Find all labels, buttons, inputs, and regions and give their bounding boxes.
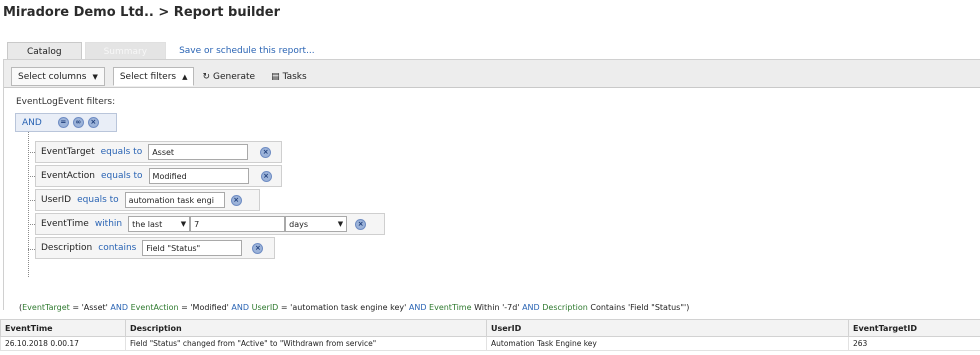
expr-field: Description <box>539 303 588 312</box>
expr-keyword: AND <box>231 303 250 312</box>
expr-keyword: AND <box>522 303 540 312</box>
filter-row-eventtarget: EventTarget equals to × <box>35 141 282 163</box>
range-select-value: the last <box>132 219 163 229</box>
generate-label: Generate <box>213 71 256 82</box>
group-operator[interactable]: AND <box>22 118 42 128</box>
expr-text: Within '-7d' <box>471 303 523 312</box>
chevron-down-icon: ▼ <box>180 220 187 228</box>
table-row[interactable]: 26.10.2018 0.00.17 Field "Status" change… <box>0 336 980 351</box>
filter-row-userid: UserID equals to × <box>35 189 260 211</box>
filter-value-input[interactable] <box>148 144 249 160</box>
tasks-icon: ▤ <box>271 71 280 82</box>
expr-text: = 'Asset' <box>69 303 111 312</box>
table-cell: Automation Task Engine key <box>486 336 849 351</box>
select-columns-button[interactable]: Select columns ▼ <box>11 67 105 86</box>
column-header[interactable]: EventTargetID <box>848 319 980 337</box>
refresh-icon: ↻ <box>202 71 211 82</box>
report-builder-panel: Select columns ▼ Select filters ▲ ↻ Gene… <box>3 59 980 312</box>
filters-label: EventLogEvent filters: <box>16 97 116 107</box>
filter-field[interactable]: EventTime <box>41 219 89 229</box>
filter-expression: (EventTarget = 'Asset' AND EventAction =… <box>19 303 689 312</box>
remove-filter-icon[interactable]: × <box>260 146 272 158</box>
report-tabs: Catalog Summary Save or schedule this re… <box>7 42 315 60</box>
filter-operator[interactable]: contains <box>98 243 136 253</box>
caret-up-icon: ▲ <box>182 72 188 81</box>
and-group[interactable]: AND = ∞ × <box>15 113 117 132</box>
tasks-button[interactable]: ▤ Tasks <box>271 72 307 82</box>
expr-text: = 'Modified' <box>178 303 232 312</box>
table-cell: 26.10.2018 0.00.17 <box>0 336 126 351</box>
expr-field: UserID <box>249 303 279 312</box>
remove-filter-icon[interactable]: × <box>355 218 367 230</box>
filter-area: EventLogEvent filters: AND = ∞ × EventTa… <box>4 87 980 312</box>
save-schedule-link[interactable]: Save or schedule this report... <box>179 42 315 60</box>
filter-row-eventtime: EventTime within the last ▼ days ▼ × <box>35 213 385 235</box>
tab-summary: Summary <box>84 42 167 60</box>
expr-field: EventTarget <box>22 303 70 312</box>
column-header[interactable]: EventTime <box>0 319 126 337</box>
filter-operator[interactable]: equals to <box>101 171 143 181</box>
filter-value-input[interactable] <box>142 240 243 256</box>
range-select[interactable]: the last ▼ <box>128 216 191 232</box>
table-cell: Field "Status" changed from "Active" to … <box>125 336 487 351</box>
filter-operator[interactable]: within <box>95 219 122 229</box>
remove-filter-icon[interactable]: × <box>252 242 264 254</box>
tab-catalog[interactable]: Catalog <box>7 42 82 60</box>
select-filters-button[interactable]: Select filters ▲ <box>112 67 195 86</box>
filter-field[interactable]: Description <box>41 243 92 253</box>
expr-text: Contains 'Field "Status"') <box>587 303 690 312</box>
expr-keyword: AND <box>110 303 129 312</box>
add-group-icon[interactable]: ∞ <box>72 117 84 128</box>
filter-row-eventaction: EventAction equals to × <box>35 165 282 187</box>
remove-filter-icon[interactable]: × <box>260 170 272 182</box>
column-header[interactable]: UserID <box>486 319 849 337</box>
add-condition-icon[interactable]: = <box>57 117 69 128</box>
expr-field: EventTime <box>426 303 472 312</box>
toolbar: Select columns ▼ Select filters ▲ ↻ Gene… <box>11 67 323 86</box>
select-filters-label: Select filters <box>119 71 177 82</box>
expr-keyword: AND <box>408 303 427 312</box>
select-columns-label: Select columns <box>18 71 87 82</box>
caret-down-icon: ▼ <box>92 72 98 81</box>
filter-field[interactable]: EventAction <box>41 171 95 181</box>
unit-select-value: days <box>289 219 309 229</box>
table-cell: 263 <box>848 336 980 351</box>
tree-line <box>28 132 29 277</box>
expr-field: EventAction <box>128 303 179 312</box>
unit-select[interactable]: days ▼ <box>285 216 348 232</box>
table-header-row: EventTime Description UserID EventTarget… <box>0 319 980 337</box>
filter-value-input[interactable] <box>190 216 286 232</box>
expr-text: = 'automation task engine key' <box>278 303 409 312</box>
page-title: Miradore Demo Ltd.. > Report builder <box>3 5 281 20</box>
chevron-down-icon: ▼ <box>337 220 344 228</box>
remove-filter-icon[interactable]: × <box>230 194 242 206</box>
remove-group-icon[interactable]: × <box>87 117 99 128</box>
filter-value-input[interactable] <box>124 192 225 208</box>
filter-operator[interactable]: equals to <box>101 147 143 157</box>
tasks-label: Tasks <box>282 71 307 82</box>
filter-value-input[interactable] <box>148 168 249 184</box>
generate-button[interactable]: ↻ Generate <box>202 72 255 82</box>
filter-row-description: Description contains × <box>35 237 275 259</box>
column-header[interactable]: Description <box>125 319 487 337</box>
filter-field[interactable]: UserID <box>41 195 71 205</box>
filter-field[interactable]: EventTarget <box>41 147 95 157</box>
results-table: EventTime Description UserID EventTarget… <box>0 319 980 351</box>
filter-operator[interactable]: equals to <box>77 195 119 205</box>
